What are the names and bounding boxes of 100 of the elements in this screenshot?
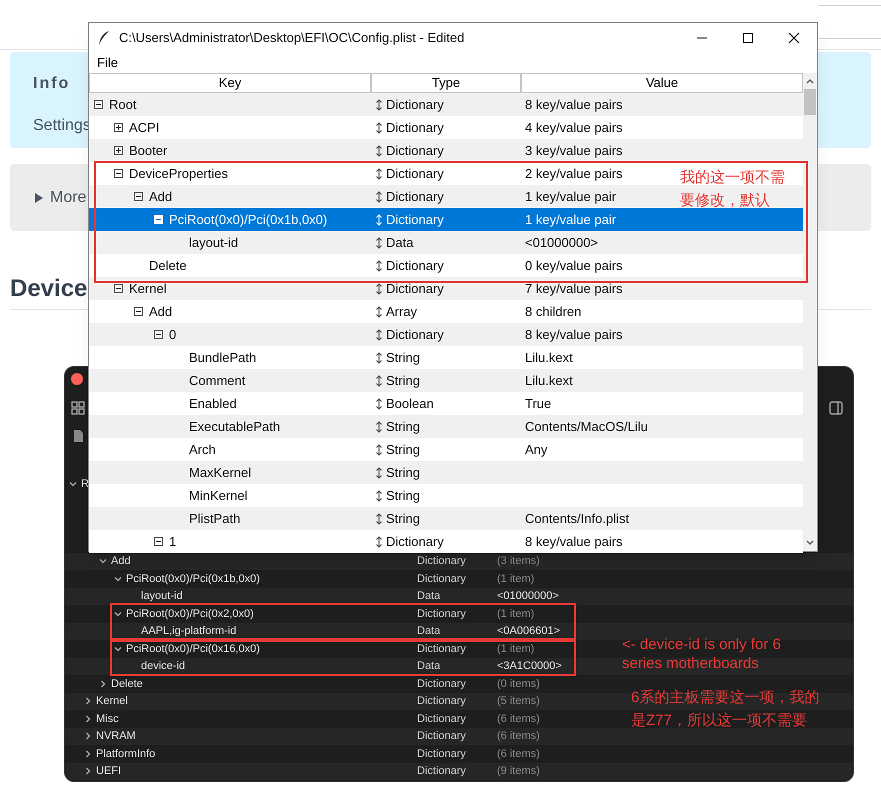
up-down-arrow-icon[interactable] xyxy=(375,236,383,248)
type-cell-text: Dictionary xyxy=(386,256,444,275)
collapse-icon[interactable] xyxy=(134,192,143,201)
type-cell: Dictionary xyxy=(417,608,466,620)
collapse-icon[interactable] xyxy=(94,100,103,109)
up-down-arrow-icon[interactable] xyxy=(375,444,383,456)
collapse-icon[interactable] xyxy=(154,330,163,339)
up-down-arrow-icon[interactable] xyxy=(375,490,383,502)
key-cell-text: UEFI xyxy=(96,764,122,779)
type-cell: Dictionary xyxy=(417,555,466,567)
type-cell-text: Data xyxy=(386,234,414,252)
collapse-icon[interactable] xyxy=(114,284,123,293)
value-cell: (6 items) xyxy=(497,748,540,760)
annotation-text: <- device-id is only for 6 series motherboards xyxy=(622,635,782,673)
up-down-arrow-icon[interactable] xyxy=(375,122,383,134)
close-button[interactable] xyxy=(71,373,83,385)
up-down-arrow-icon[interactable] xyxy=(375,352,383,364)
chevron-right-icon[interactable] xyxy=(84,732,92,740)
value-cell: (5 items) xyxy=(497,695,540,707)
type-cell: Dictionary xyxy=(417,712,466,724)
column-header[interactable]: Key xyxy=(89,73,371,93)
key-cell-text: Root xyxy=(109,96,136,114)
card-title: Info xyxy=(33,74,70,94)
expand-icon[interactable] xyxy=(114,123,123,132)
key-cell-text: Kernel xyxy=(129,280,167,298)
card-text: Settings xyxy=(33,116,91,136)
type-cell-text: Dictionary xyxy=(386,326,444,344)
key-cell-text: PciRoot(0x0)/Pci(0x2,0x0) xyxy=(126,606,254,622)
up-down-arrow-icon[interactable] xyxy=(375,536,383,548)
chevron-right-icon[interactable] xyxy=(84,714,92,723)
key-cell-text: ACPI xyxy=(129,118,160,137)
chevron-right-icon[interactable] xyxy=(84,697,92,706)
up-down-arrow-icon[interactable] xyxy=(375,168,383,180)
menu-item[interactable]: File xyxy=(95,53,120,73)
key-cell-text: PciRoot(0x0)/Pci(0x1b,0x0) xyxy=(169,210,328,229)
chevron-down-icon[interactable] xyxy=(114,610,122,618)
key-cell-text: Add xyxy=(149,188,172,206)
more-disclosure[interactable]: More xyxy=(10,164,88,231)
collapse-icon[interactable] xyxy=(154,537,163,546)
chevron-right-icon[interactable] xyxy=(84,750,92,758)
document-icon[interactable] xyxy=(73,429,84,443)
value-cell: True xyxy=(525,396,552,411)
key-cell-text: Comment xyxy=(189,372,246,390)
column-header[interactable]: Type xyxy=(371,73,521,93)
chevron-down-icon[interactable] xyxy=(114,644,122,653)
type-cell: Dictionary xyxy=(417,642,466,654)
outline-item[interactable]: R xyxy=(81,476,89,492)
value-cell: <01000000> xyxy=(497,590,559,602)
value-cell: Contents/Info.plist xyxy=(525,510,630,526)
chevron-right-icon[interactable] xyxy=(84,767,92,776)
key-cell-text: MaxKernel xyxy=(189,464,252,482)
key-cell-text: Add xyxy=(111,554,131,569)
value-cell: (9 items) xyxy=(497,765,540,777)
column-header[interactable]: Value xyxy=(521,73,803,93)
key-cell-text: Misc xyxy=(96,712,119,726)
value-cell: (1 item) xyxy=(497,608,534,620)
chevron-down-icon[interactable] xyxy=(114,574,122,583)
up-down-arrow-icon[interactable] xyxy=(375,398,383,410)
sidebar-icon[interactable] xyxy=(829,401,843,415)
key-cell-text: PciRoot(0x0)/Pci(0x1b,0x0) xyxy=(126,572,260,586)
value-cell: (3 items) xyxy=(497,555,540,567)
collapse-icon[interactable] xyxy=(114,169,123,178)
up-down-arrow-icon[interactable] xyxy=(375,190,383,202)
key-cell-text: PciRoot(0x0)/Pci(0x16,0x0) xyxy=(126,642,260,656)
type-cell-text: Dictionary xyxy=(386,210,444,229)
up-down-arrow-icon[interactable] xyxy=(375,306,383,318)
up-down-arrow-icon[interactable] xyxy=(375,420,383,432)
scroll-thumb[interactable] xyxy=(804,89,816,115)
chevron-down-icon[interactable] xyxy=(99,557,107,566)
value-cell: (1 item) xyxy=(497,642,534,654)
value-cell: (6 items) xyxy=(497,712,540,724)
up-down-arrow-icon[interactable] xyxy=(375,144,383,156)
type-cell: Data xyxy=(417,660,440,672)
type-cell-text: String xyxy=(386,510,420,528)
annotation-text: 6系的主板需要这一项，我的是Z77，所以这一项不需要 xyxy=(631,688,820,731)
up-down-arrow-icon[interactable] xyxy=(375,512,383,524)
key-cell-text: layout-id xyxy=(141,589,183,604)
up-down-arrow-icon[interactable] xyxy=(375,282,383,294)
search-field[interactable] xyxy=(819,5,881,39)
chevron-right-icon[interactable] xyxy=(99,680,107,688)
key-cell-text: Enabled xyxy=(189,394,237,413)
up-down-arrow-icon[interactable] xyxy=(375,374,383,386)
grid-icon[interactable] xyxy=(71,401,85,415)
up-down-arrow-icon[interactable] xyxy=(375,98,383,110)
up-down-arrow-icon[interactable] xyxy=(375,260,383,272)
type-cell-text: String xyxy=(386,418,420,436)
expand-icon[interactable] xyxy=(114,146,123,155)
card-background xyxy=(818,164,871,231)
type-cell: Data xyxy=(417,625,440,637)
scrollbar[interactable] xyxy=(803,73,817,551)
up-down-arrow-icon[interactable] xyxy=(375,466,383,478)
chevron-down-icon[interactable] xyxy=(69,480,77,488)
key-cell-text: Kernel xyxy=(96,694,128,709)
up-down-arrow-icon[interactable] xyxy=(375,328,383,340)
window-title: C:\Users\Administrator\Desktop\EFI\OC\Config.plist - Edited xyxy=(119,29,464,48)
type-cell-text: String xyxy=(386,440,420,459)
type-cell-text: Array xyxy=(386,302,418,321)
key-cell-text: AAPL,ig-platform-id xyxy=(141,624,236,639)
type-cell-text: Dictionary xyxy=(386,188,444,206)
collapse-icon[interactable] xyxy=(134,307,143,316)
